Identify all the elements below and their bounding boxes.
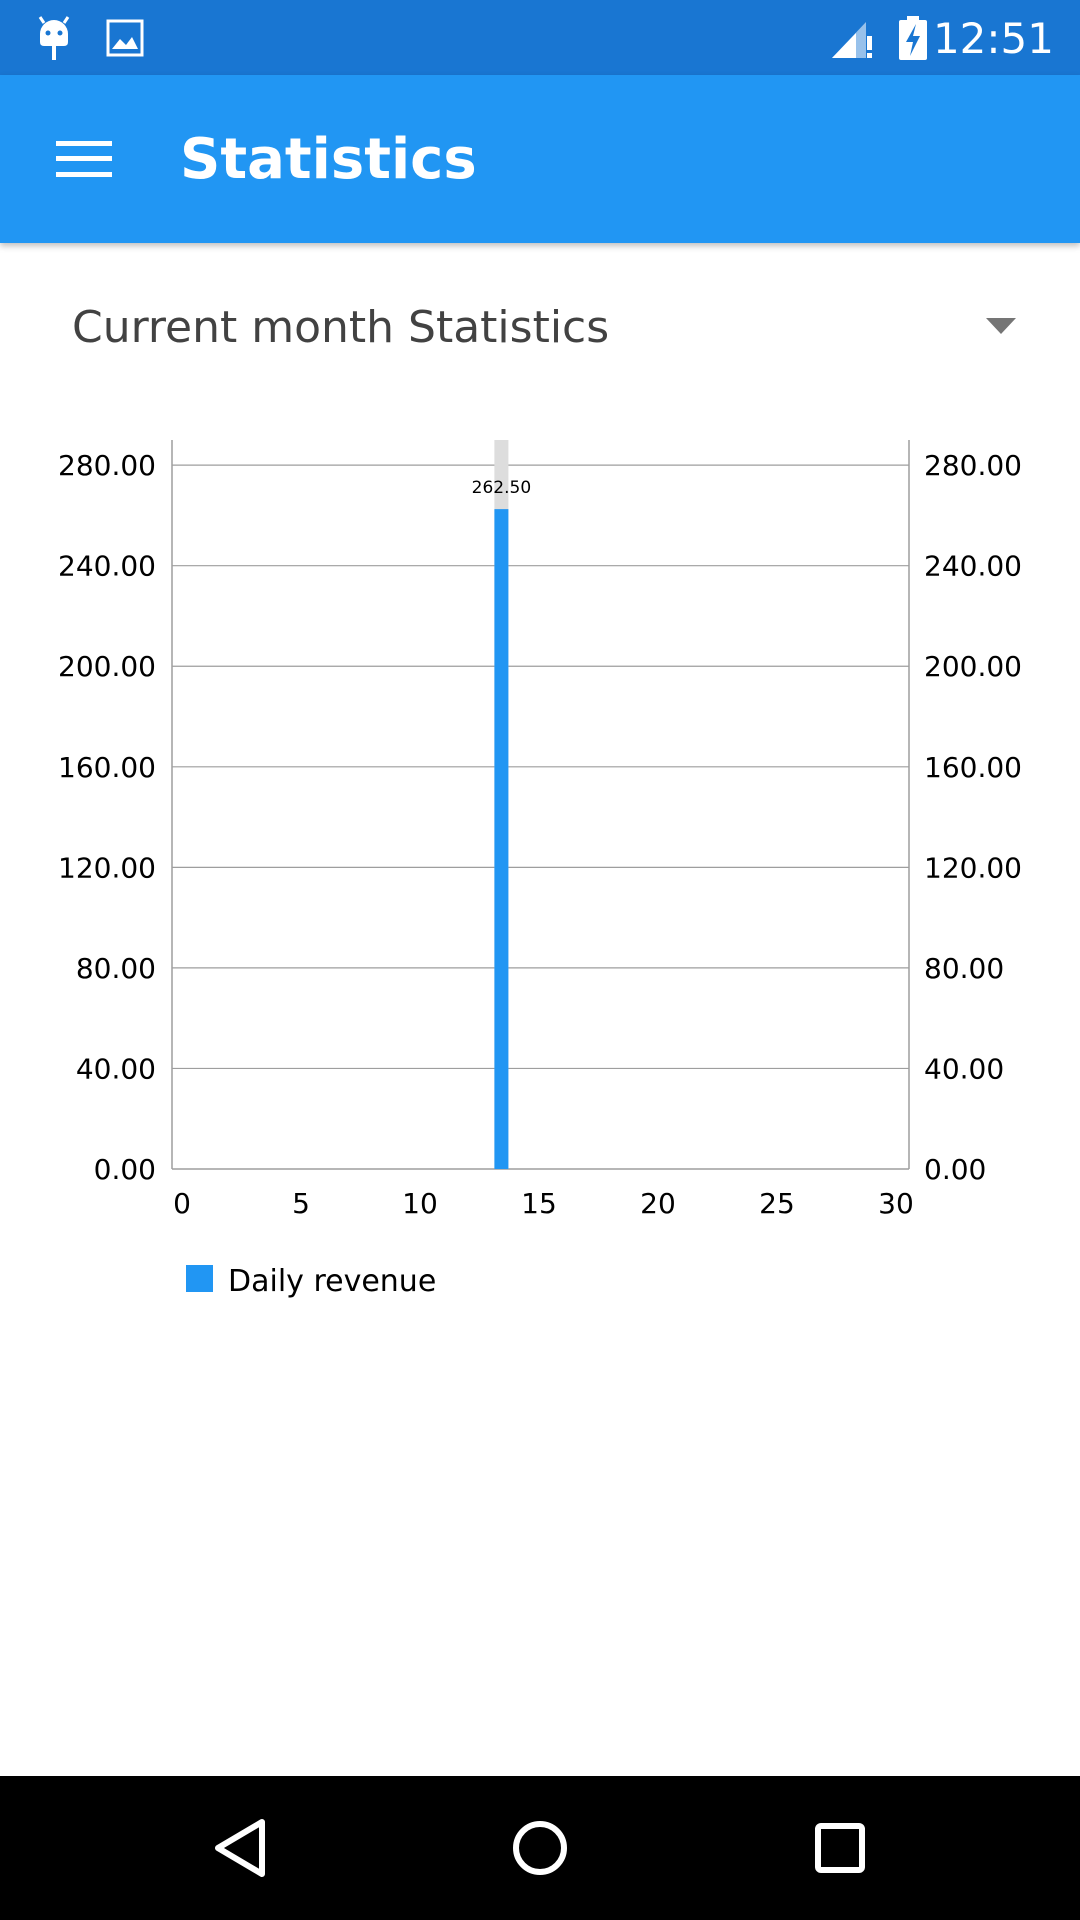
image-icon [106, 0, 144, 75]
back-button[interactable] [190, 1798, 290, 1898]
y-tick-label-right: 280.00 [924, 449, 1022, 482]
period-spinner[interactable]: Current month Statistics [0, 243, 1080, 413]
x-tick-label: 10 [402, 1187, 438, 1220]
y-tick-label-left: 40.00 [76, 1052, 156, 1085]
y-tick-label-right: 160.00 [924, 751, 1022, 784]
y-tick-label-left: 240.00 [58, 550, 156, 583]
navigation-bar [0, 1776, 1080, 1920]
home-button[interactable] [490, 1798, 590, 1898]
x-tick-label: 5 [292, 1187, 310, 1220]
bar [494, 509, 509, 1170]
recents-button[interactable] [790, 1798, 890, 1898]
legend-swatch [186, 1265, 213, 1292]
page-title: Statistics [180, 127, 477, 192]
hamburger-menu-icon [56, 141, 112, 177]
spinner-selected-value: Current month Statistics [72, 302, 610, 353]
app-bar: Statistics [0, 75, 1080, 243]
signal-icon [830, 0, 874, 75]
x-tick-label: 15 [521, 1187, 557, 1220]
y-tick-label-left: 0.00 [94, 1153, 156, 1186]
dropdown-arrow-icon [986, 318, 1016, 334]
x-tick-label: 0 [173, 1187, 191, 1220]
y-tick-label-right: 80.00 [924, 952, 1004, 985]
y-tick-label-right: 200.00 [924, 650, 1022, 683]
y-tick-label-left: 120.00 [58, 851, 156, 884]
status-time: 12:51 [932, 14, 1054, 63]
android-debug-icon [36, 0, 72, 75]
status-bar: 12:51 [0, 0, 1080, 75]
y-tick-label-left: 280.00 [58, 449, 156, 482]
y-tick-label-right: 0.00 [924, 1153, 986, 1186]
home-circle-icon [513, 1821, 567, 1875]
y-tick-label-left: 80.00 [76, 952, 156, 985]
legend-label: Daily revenue [228, 1264, 436, 1299]
back-triangle-icon [215, 1819, 265, 1877]
revenue-chart[interactable]: 0.00 40.00 80.00 120.00 160.00 200.00 240.00 28… [0, 420, 1080, 1320]
chart-svg: 0.0040.0080.00120.00160.00200.00240.0028… [58, 440, 1022, 1299]
y-tick-label-right: 240.00 [924, 550, 1022, 583]
battery-charging-icon [898, 0, 928, 75]
bar-value-label: 262.50 [472, 478, 531, 498]
y-tick-label-right: 120.00 [924, 851, 1022, 884]
y-tick-label-right: 40.00 [924, 1052, 1004, 1085]
recents-square-icon [815, 1823, 865, 1873]
y-tick-label-left: 200.00 [58, 650, 156, 683]
y-tick-label-left: 160.00 [58, 751, 156, 784]
x-tick-label: 30 [878, 1187, 914, 1220]
x-tick-label: 25 [759, 1187, 795, 1220]
x-tick-label: 20 [640, 1187, 676, 1220]
menu-button[interactable] [40, 115, 128, 203]
